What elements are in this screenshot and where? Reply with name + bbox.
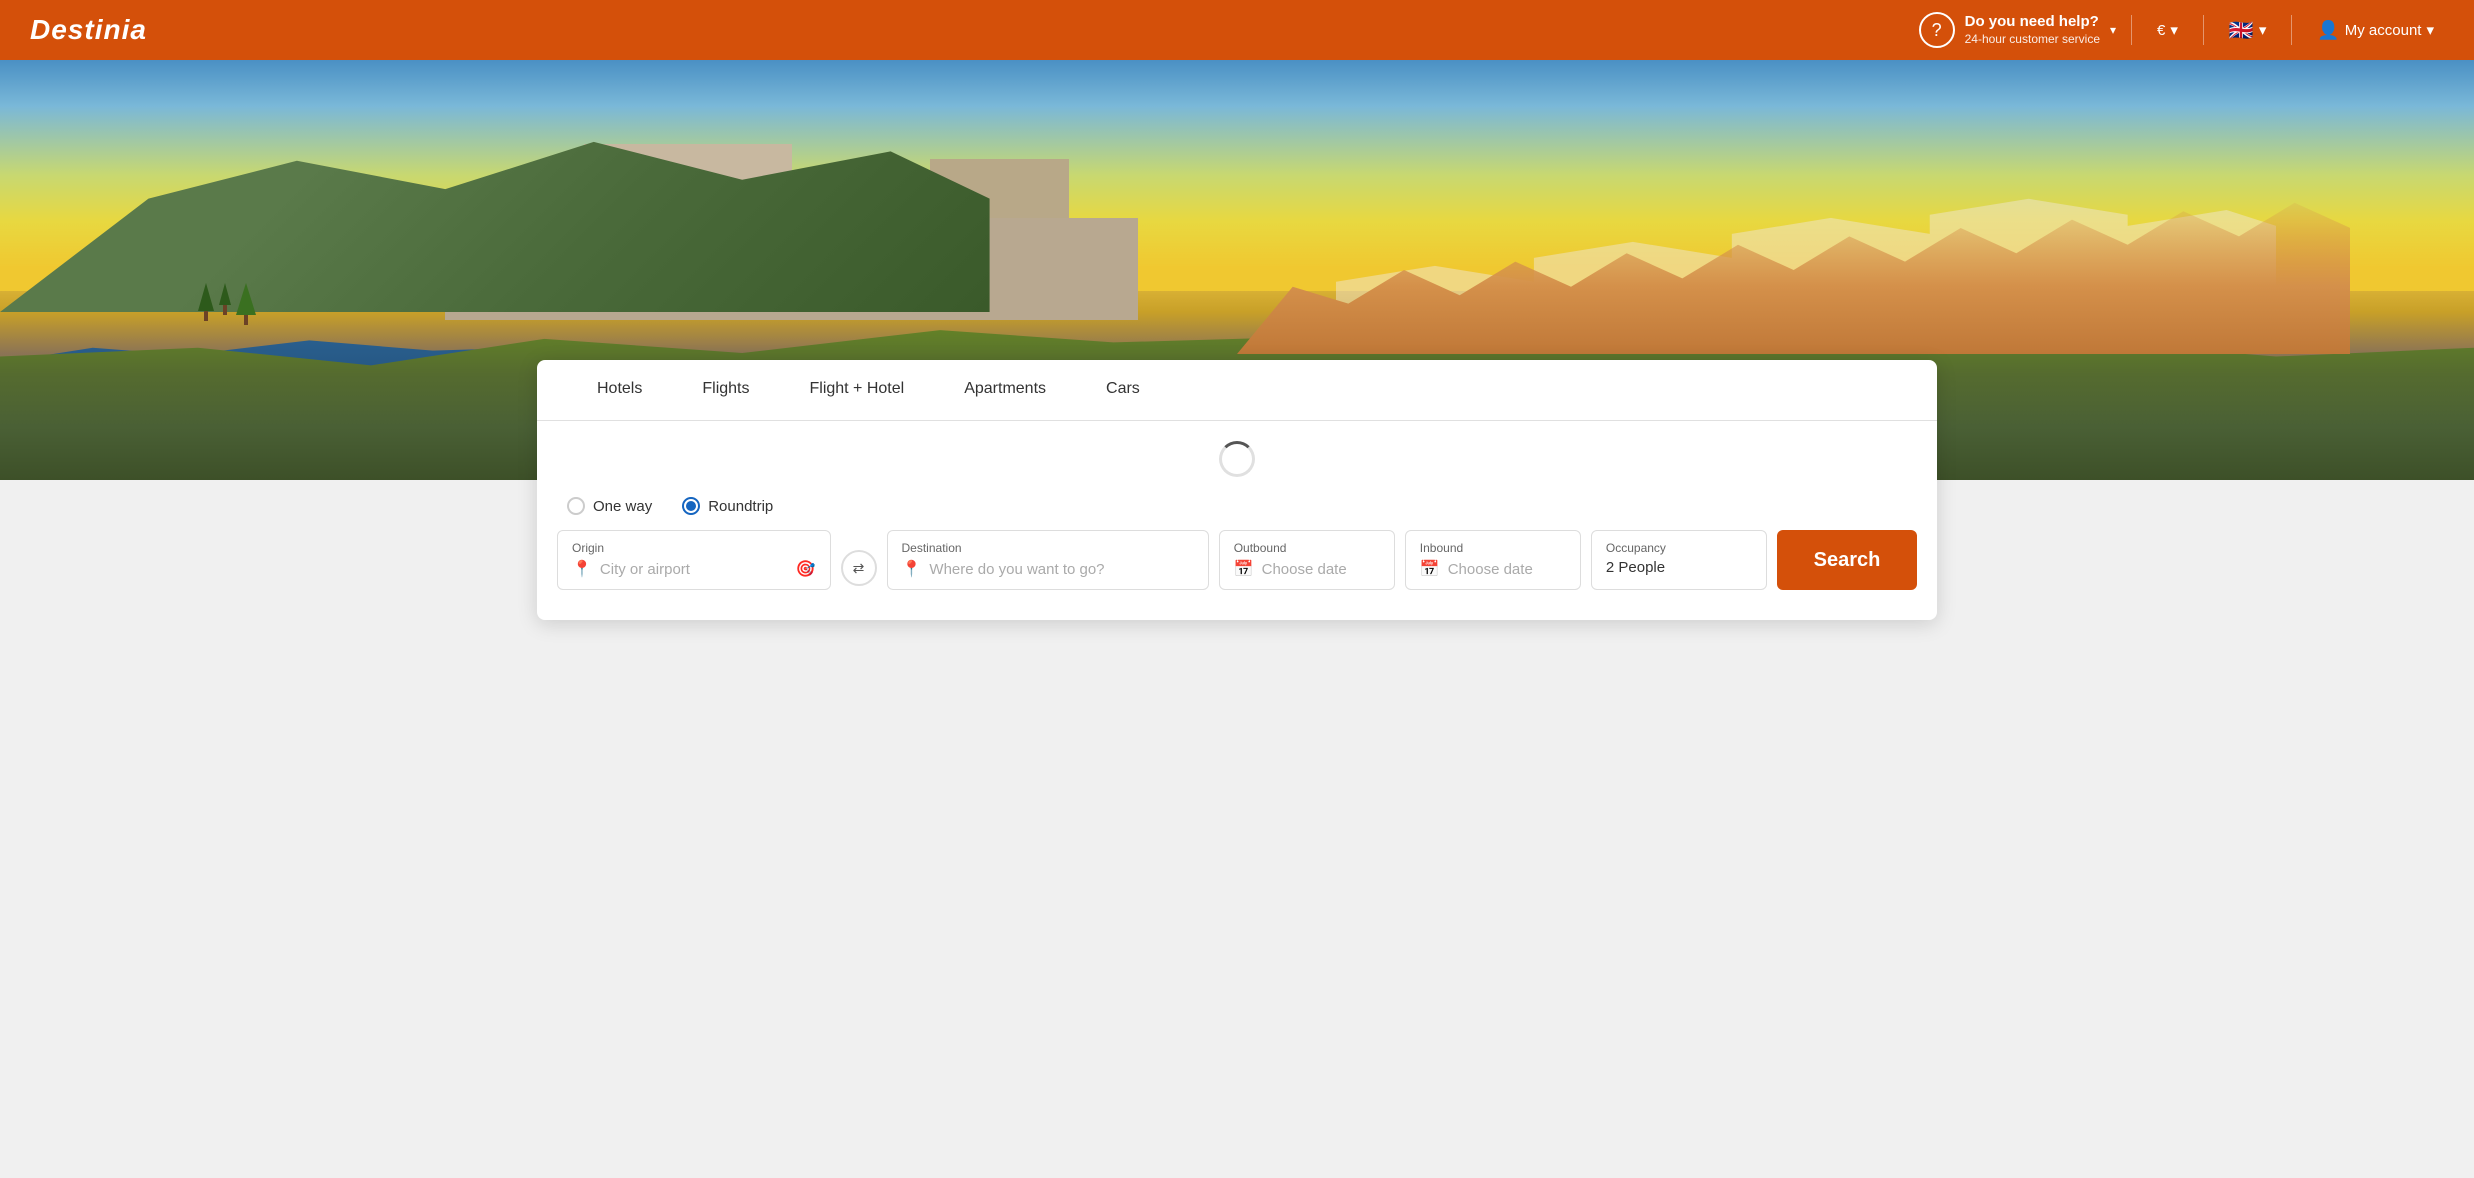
search-widget-wrapper: Hotels Flights Flight + Hotel Apartments… [30,360,2444,620]
language-button[interactable]: 🇬🇧 ▾ [2219,12,2276,49]
inbound-date-input[interactable] [1448,561,1566,578]
gps-icon[interactable]: 🎯 [796,559,816,579]
loading-spinner [1219,441,1255,477]
one-way-option[interactable]: One way [567,497,652,515]
logo: Destinia [30,14,147,46]
location-icon: 📍 [572,559,592,579]
outbound-input-wrapper: 📅 [1234,559,1380,579]
header-actions: ? Do you need help? 24-hour customer ser… [1919,12,2444,49]
outbound-date-input[interactable] [1262,561,1380,578]
language-chevron: ▾ [2259,21,2267,39]
occupancy-select[interactable]: 1 Person 2 People 3 People 4 People 5 Pe… [1606,559,1752,576]
divider-2 [2203,15,2204,45]
search-widget: Hotels Flights Flight + Hotel Apartments… [537,360,1937,620]
help-icon: ? [1919,12,1955,48]
currency-button[interactable]: € ▾ [2147,15,2188,45]
currency-symbol: € [2157,22,2165,39]
search-button[interactable]: Search [1777,530,1917,590]
outbound-date-field[interactable]: Outbound 📅 [1219,530,1395,590]
occupancy-field[interactable]: Occupancy 1 Person 2 People 3 People 4 P… [1591,530,1767,590]
one-way-label: One way [593,498,652,515]
inbound-input-wrapper: 📅 [1420,559,1566,579]
roundtrip-option[interactable]: Roundtrip [682,497,773,515]
origin-label: Origin [572,541,816,555]
destination-location-icon: 📍 [902,559,922,579]
user-icon: 👤 [2317,20,2339,41]
tab-flights[interactable]: Flights [672,360,779,421]
help-button[interactable]: ? Do you need help? 24-hour customer ser… [1919,12,2116,48]
trees [198,283,256,325]
account-chevron: ▾ [2426,21,2434,39]
help-chevron: ▾ [2110,23,2116,37]
swap-button[interactable]: ⇄ [841,550,877,586]
main-header: Destinia ? Do you need help? 24-hour cus… [0,0,2474,60]
inbound-label: Inbound [1420,541,1566,555]
radio-inner-dot [686,501,696,511]
origin-input[interactable] [600,561,788,578]
divider-3 [2291,15,2292,45]
inbound-calendar-icon: 📅 [1420,559,1440,579]
tab-hotels[interactable]: Hotels [567,360,672,421]
occupancy-select-wrapper: 1 Person 2 People 3 People 4 People 5 Pe… [1606,559,1752,576]
help-title: Do you need help? [1965,12,2100,32]
destination-label: Destination [902,541,1194,555]
outbound-label: Outbound [1234,541,1380,555]
account-button[interactable]: 👤 My account ▾ [2307,14,2444,47]
destination-input-wrapper: 📍 [902,559,1194,579]
destination-input[interactable] [929,561,1193,578]
account-label: My account [2345,22,2422,39]
service-tabs: Hotels Flights Flight + Hotel Apartments… [537,360,1937,421]
outbound-calendar-icon: 📅 [1234,559,1254,579]
tab-apartments[interactable]: Apartments [934,360,1076,421]
one-way-radio[interactable] [567,497,585,515]
help-text: Do you need help? 24-hour customer servi… [1965,12,2100,47]
occupancy-label: Occupancy [1606,541,1752,555]
tab-cars[interactable]: Cars [1076,360,1170,421]
hero-section: Hotels Flights Flight + Hotel Apartments… [0,60,2474,620]
inbound-date-field[interactable]: Inbound 📅 [1405,530,1581,590]
trip-type-selector: One way Roundtrip [537,487,1937,530]
loading-area [537,421,1937,487]
logo-text: Destinia [30,14,147,45]
destination-field: Destination 📍 [887,530,1209,590]
help-subtitle: 24-hour customer service [1965,32,2100,48]
currency-chevron: ▾ [2170,21,2178,39]
origin-field: Origin 📍 🎯 [557,530,831,590]
flight-search-form: Origin 📍 🎯 ⇄ Destination 📍 [537,530,1937,590]
roundtrip-label: Roundtrip [708,498,773,515]
roundtrip-radio[interactable] [682,497,700,515]
flag-icon: 🇬🇧 [2229,18,2254,43]
tab-flight-hotel[interactable]: Flight + Hotel [779,360,934,421]
origin-input-wrapper: 📍 🎯 [572,559,816,579]
divider-1 [2131,15,2132,45]
